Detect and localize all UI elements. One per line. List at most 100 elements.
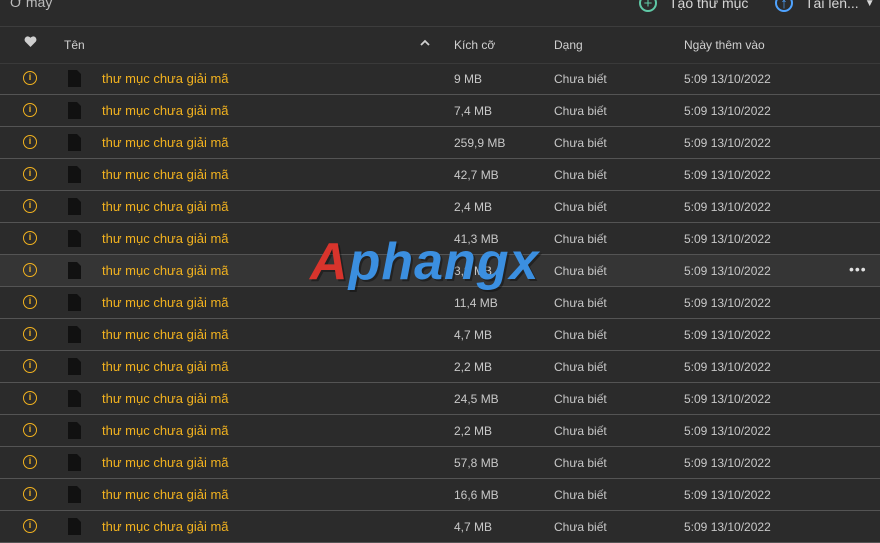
file-icon [68, 454, 81, 471]
column-header-name[interactable]: Tên [64, 38, 85, 52]
table-row[interactable]: i thư mục chưa giải mã 9 MB Chưa biết 5:09 1… [0, 63, 880, 95]
table-row[interactable]: i thư mục chưa giải mã 2,4 MB Chưa biết 5:09… [0, 191, 880, 223]
file-icon [68, 230, 81, 247]
file-date-added: 5:09 13/10/2022 [684, 200, 771, 214]
file-date-added: 5:09 13/10/2022 [684, 72, 771, 86]
file-date-added: 5:09 13/10/2022 [684, 264, 771, 278]
file-size: 24,5 MB [454, 392, 499, 406]
column-header-type[interactable]: Dạng [554, 38, 583, 52]
file-type: Chưa biết [554, 168, 607, 182]
file-size: 3,8 MB [454, 264, 493, 278]
info-icon[interactable]: i [23, 167, 37, 181]
upload-arrow-icon: ↑ [775, 0, 793, 12]
file-size: 259,9 MB [454, 136, 506, 150]
favorite-column-header[interactable] [24, 36, 37, 51]
file-date-added: 5:09 13/10/2022 [684, 360, 771, 374]
info-icon[interactable]: i [23, 295, 37, 309]
info-icon[interactable]: i [23, 391, 37, 405]
file-name[interactable]: thư mục chưa giải mã [102, 263, 229, 278]
file-type: Chưa biết [554, 232, 607, 246]
file-date-added: 5:09 13/10/2022 [684, 520, 771, 534]
file-name[interactable]: thư mục chưa giải mã [102, 135, 229, 150]
table-row[interactable]: i thư mục chưa giải mã 41,3 MB Chưa biết 5:0… [0, 223, 880, 255]
file-icon [68, 422, 81, 439]
file-name[interactable]: thư mục chưa giải mã [102, 487, 229, 502]
file-type: Chưa biết [554, 72, 607, 86]
file-size: 4,7 MB [454, 328, 493, 342]
file-type: Chưa biết [554, 328, 607, 342]
file-list: i thư mục chưa giải mã 9 MB Chưa biết 5:09 1… [0, 63, 880, 543]
file-size: 7,4 MB [454, 104, 493, 118]
chevron-down-icon[interactable]: ▼ [865, 0, 875, 9]
new-folder-label: Tạo thư mục [669, 0, 749, 11]
file-type: Chưa biết [554, 520, 607, 534]
file-type: Chưa biết [554, 104, 607, 118]
column-header-size[interactable]: Kích cỡ [454, 38, 495, 52]
table-row[interactable]: i thư mục chưa giải mã 4,7 MB Chưa biết 5:09… [0, 511, 880, 543]
new-folder-button[interactable]: + Tạo thư mục [639, 0, 748, 14]
file-name[interactable]: thư mục chưa giải mã [102, 103, 229, 118]
table-row[interactable]: i thư mục chưa giải mã 259,9 MB Chưa biết 5:… [0, 127, 880, 159]
file-icon [68, 198, 81, 215]
info-icon[interactable]: i [23, 359, 37, 373]
file-size: 57,8 MB [454, 456, 499, 470]
info-icon[interactable]: i [23, 135, 37, 149]
table-row[interactable]: i thư mục chưa giải mã 42,7 MB Chưa biết 5:0… [0, 159, 880, 191]
file-date-added: 5:09 13/10/2022 [684, 392, 771, 406]
upload-label: Tải lên... [805, 0, 859, 11]
heart-icon [24, 36, 37, 47]
file-name[interactable]: thư mục chưa giải mã [102, 391, 229, 406]
file-type: Chưa biết [554, 456, 607, 470]
info-icon[interactable]: i [23, 71, 37, 85]
file-name[interactable]: thư mục chưa giải mã [102, 359, 229, 374]
file-icon [68, 166, 81, 183]
chevron-up-icon[interactable] [420, 37, 430, 49]
file-icon [68, 294, 81, 311]
file-name[interactable]: thư mục chưa giải mã [102, 199, 229, 214]
file-name[interactable]: thư mục chưa giải mã [102, 71, 229, 86]
file-type: Chưa biết [554, 424, 607, 438]
info-icon[interactable]: i [23, 263, 37, 277]
info-icon[interactable]: i [23, 519, 37, 533]
table-row[interactable]: i thư mục chưa giải mã 11,4 MB Chưa biết 5:0… [0, 287, 880, 319]
file-size: 4,7 MB [454, 520, 493, 534]
table-row[interactable]: i thư mục chưa giải mã 4,7 MB Chưa biết 5:09… [0, 319, 880, 351]
file-icon [68, 326, 81, 343]
breadcrumb[interactable]: Ở máy [10, 0, 52, 10]
info-icon[interactable]: i [23, 487, 37, 501]
table-row[interactable]: i thư mục chưa giải mã 57,8 MB Chưa biết 5:0… [0, 447, 880, 479]
file-size: 16,6 MB [454, 488, 499, 502]
file-type: Chưa biết [554, 296, 607, 310]
table-row[interactable]: i thư mục chưa giải mã 3,8 MB Chưa biết 5:09… [0, 255, 880, 287]
more-icon[interactable]: ••• [849, 261, 867, 277]
file-icon [68, 262, 81, 279]
info-icon[interactable]: i [23, 327, 37, 341]
table-row[interactable]: i thư mục chưa giải mã 16,6 MB Chưa biết 5:0… [0, 479, 880, 511]
file-name[interactable]: thư mục chưa giải mã [102, 295, 229, 310]
table-row[interactable]: i thư mục chưa giải mã 24,5 MB Chưa biết 5:0… [0, 383, 880, 415]
table-row[interactable]: i thư mục chưa giải mã 7,4 MB Chưa biết 5:09… [0, 95, 880, 127]
table-row[interactable]: i thư mục chưa giải mã 2,2 MB Chưa biết 5:09… [0, 415, 880, 447]
file-size: 42,7 MB [454, 168, 499, 182]
file-name[interactable]: thư mục chưa giải mã [102, 231, 229, 246]
info-icon[interactable]: i [23, 423, 37, 437]
file-name[interactable]: thư mục chưa giải mã [102, 519, 229, 534]
file-icon [68, 134, 81, 151]
info-icon[interactable]: i [23, 455, 37, 469]
file-date-added: 5:09 13/10/2022 [684, 232, 771, 246]
column-header-date-added[interactable]: Ngày thêm vào [684, 38, 765, 52]
file-name[interactable]: thư mục chưa giải mã [102, 327, 229, 342]
plus-icon: + [639, 0, 657, 12]
info-icon[interactable]: i [23, 231, 37, 245]
upload-button[interactable]: ↑ Tải lên... ▼ [775, 0, 875, 14]
file-name[interactable]: thư mục chưa giải mã [102, 455, 229, 470]
file-type: Chưa biết [554, 360, 607, 374]
file-name[interactable]: thư mục chưa giải mã [102, 423, 229, 438]
table-row[interactable]: i thư mục chưa giải mã 2,2 MB Chưa biết 5:09… [0, 351, 880, 383]
file-name[interactable]: thư mục chưa giải mã [102, 167, 229, 182]
file-size: 11,4 MB [454, 296, 498, 310]
info-icon[interactable]: i [23, 199, 37, 213]
top-toolbar: Ở máy + Tạo thư mục ↑ Tải lên... ▼ [0, 0, 880, 27]
file-date-added: 5:09 13/10/2022 [684, 456, 771, 470]
info-icon[interactable]: i [23, 103, 37, 117]
